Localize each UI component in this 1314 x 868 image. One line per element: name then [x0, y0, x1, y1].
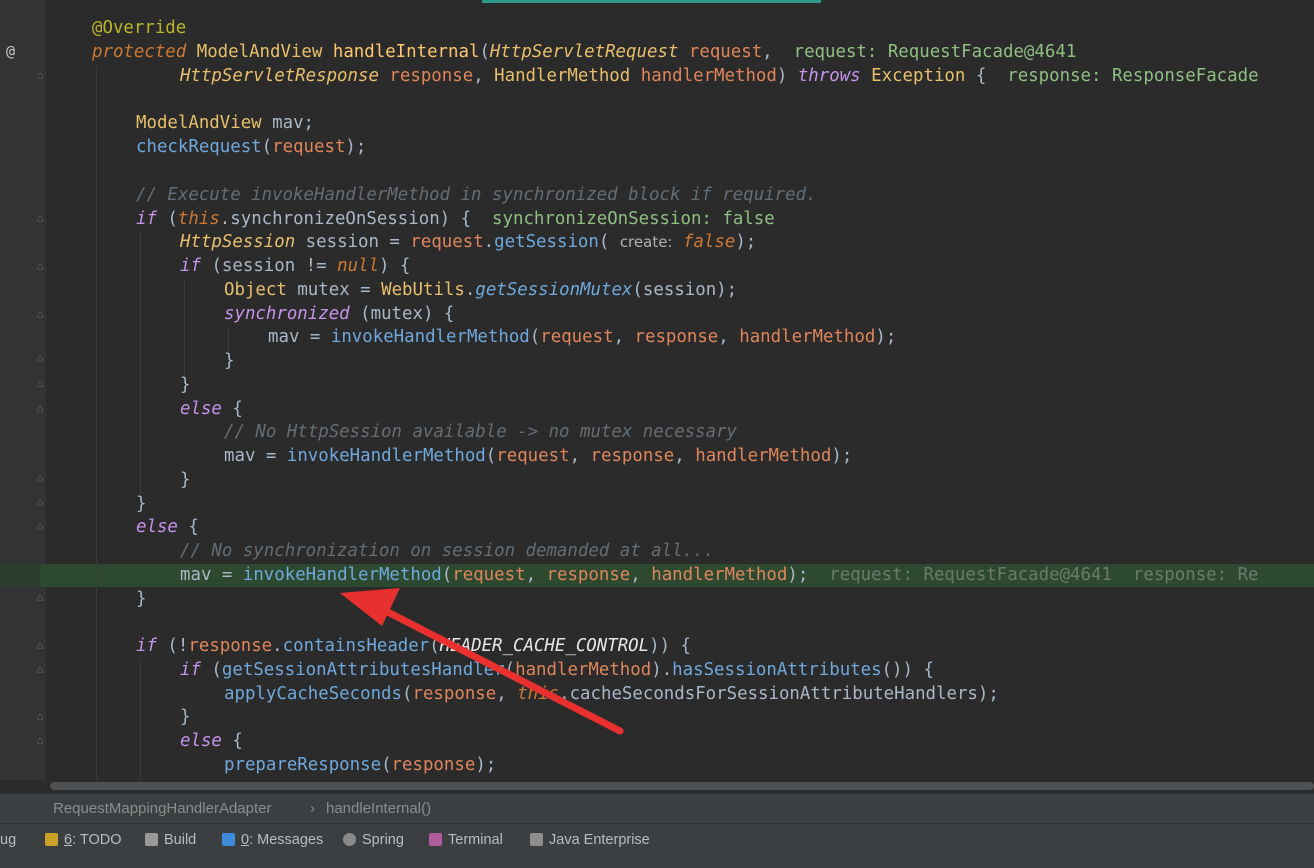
tool-window-debug[interactable]: ug: [0, 830, 16, 850]
tool-window-build[interactable]: Build: [145, 830, 196, 850]
tool-window-label: Build: [164, 832, 197, 848]
breadcrumb-method[interactable]: handleInternal(): [326, 800, 431, 817]
code-editor[interactable]: @ ⌂ ⌂ ⌂ ⌂ ⌂ ⌂ ⌂ ⌂ ⌂ ⌂ ⌂ ⌂ ⌂ ⌂ ⌂ @Overrid…: [0, 0, 1314, 780]
tool-window-terminal[interactable]: Terminal: [429, 830, 503, 850]
arrow-shaft: [368, 600, 624, 735]
tool-window-label: ug: [0, 832, 17, 848]
breadcrumb: RequestMappingHandlerAdapter › handleInt…: [0, 793, 1314, 824]
breadcrumb-class[interactable]: RequestMappingHandlerAdapter: [53, 800, 271, 817]
tool-window-messages[interactable]: 0: Messages: [222, 830, 323, 850]
todo-icon: [45, 833, 58, 846]
tool-window-java-enterprise[interactable]: Java Enterprise: [530, 830, 650, 850]
tool-window-label: : TODO: [72, 832, 122, 848]
tool-window-label: Java Enterprise: [549, 832, 650, 848]
messages-icon: [222, 833, 235, 846]
arrow-head: [340, 588, 400, 626]
horizontal-scrollbar[interactable]: [50, 782, 1314, 790]
breadcrumb-separator: ›: [310, 800, 315, 817]
tool-window-shortcut: 0: [241, 832, 250, 848]
tool-window-label: Spring: [362, 832, 404, 848]
spring-icon: [343, 833, 356, 846]
java-enterprise-icon: [530, 833, 543, 846]
annotation-arrow-icon: [340, 588, 624, 735]
tool-window-label: : Messages: [249, 832, 324, 848]
tool-window-shortcut: 6: [64, 832, 73, 848]
tool-window-label: Terminal: [448, 832, 503, 848]
tool-window-bar: ug 6: TODO Build 0: Messages Spring Term…: [0, 823, 1314, 868]
build-icon: [145, 833, 158, 846]
tool-window-todo[interactable]: 6: TODO: [45, 830, 122, 850]
tool-window-spring[interactable]: Spring: [343, 830, 404, 850]
terminal-icon: [429, 833, 442, 846]
